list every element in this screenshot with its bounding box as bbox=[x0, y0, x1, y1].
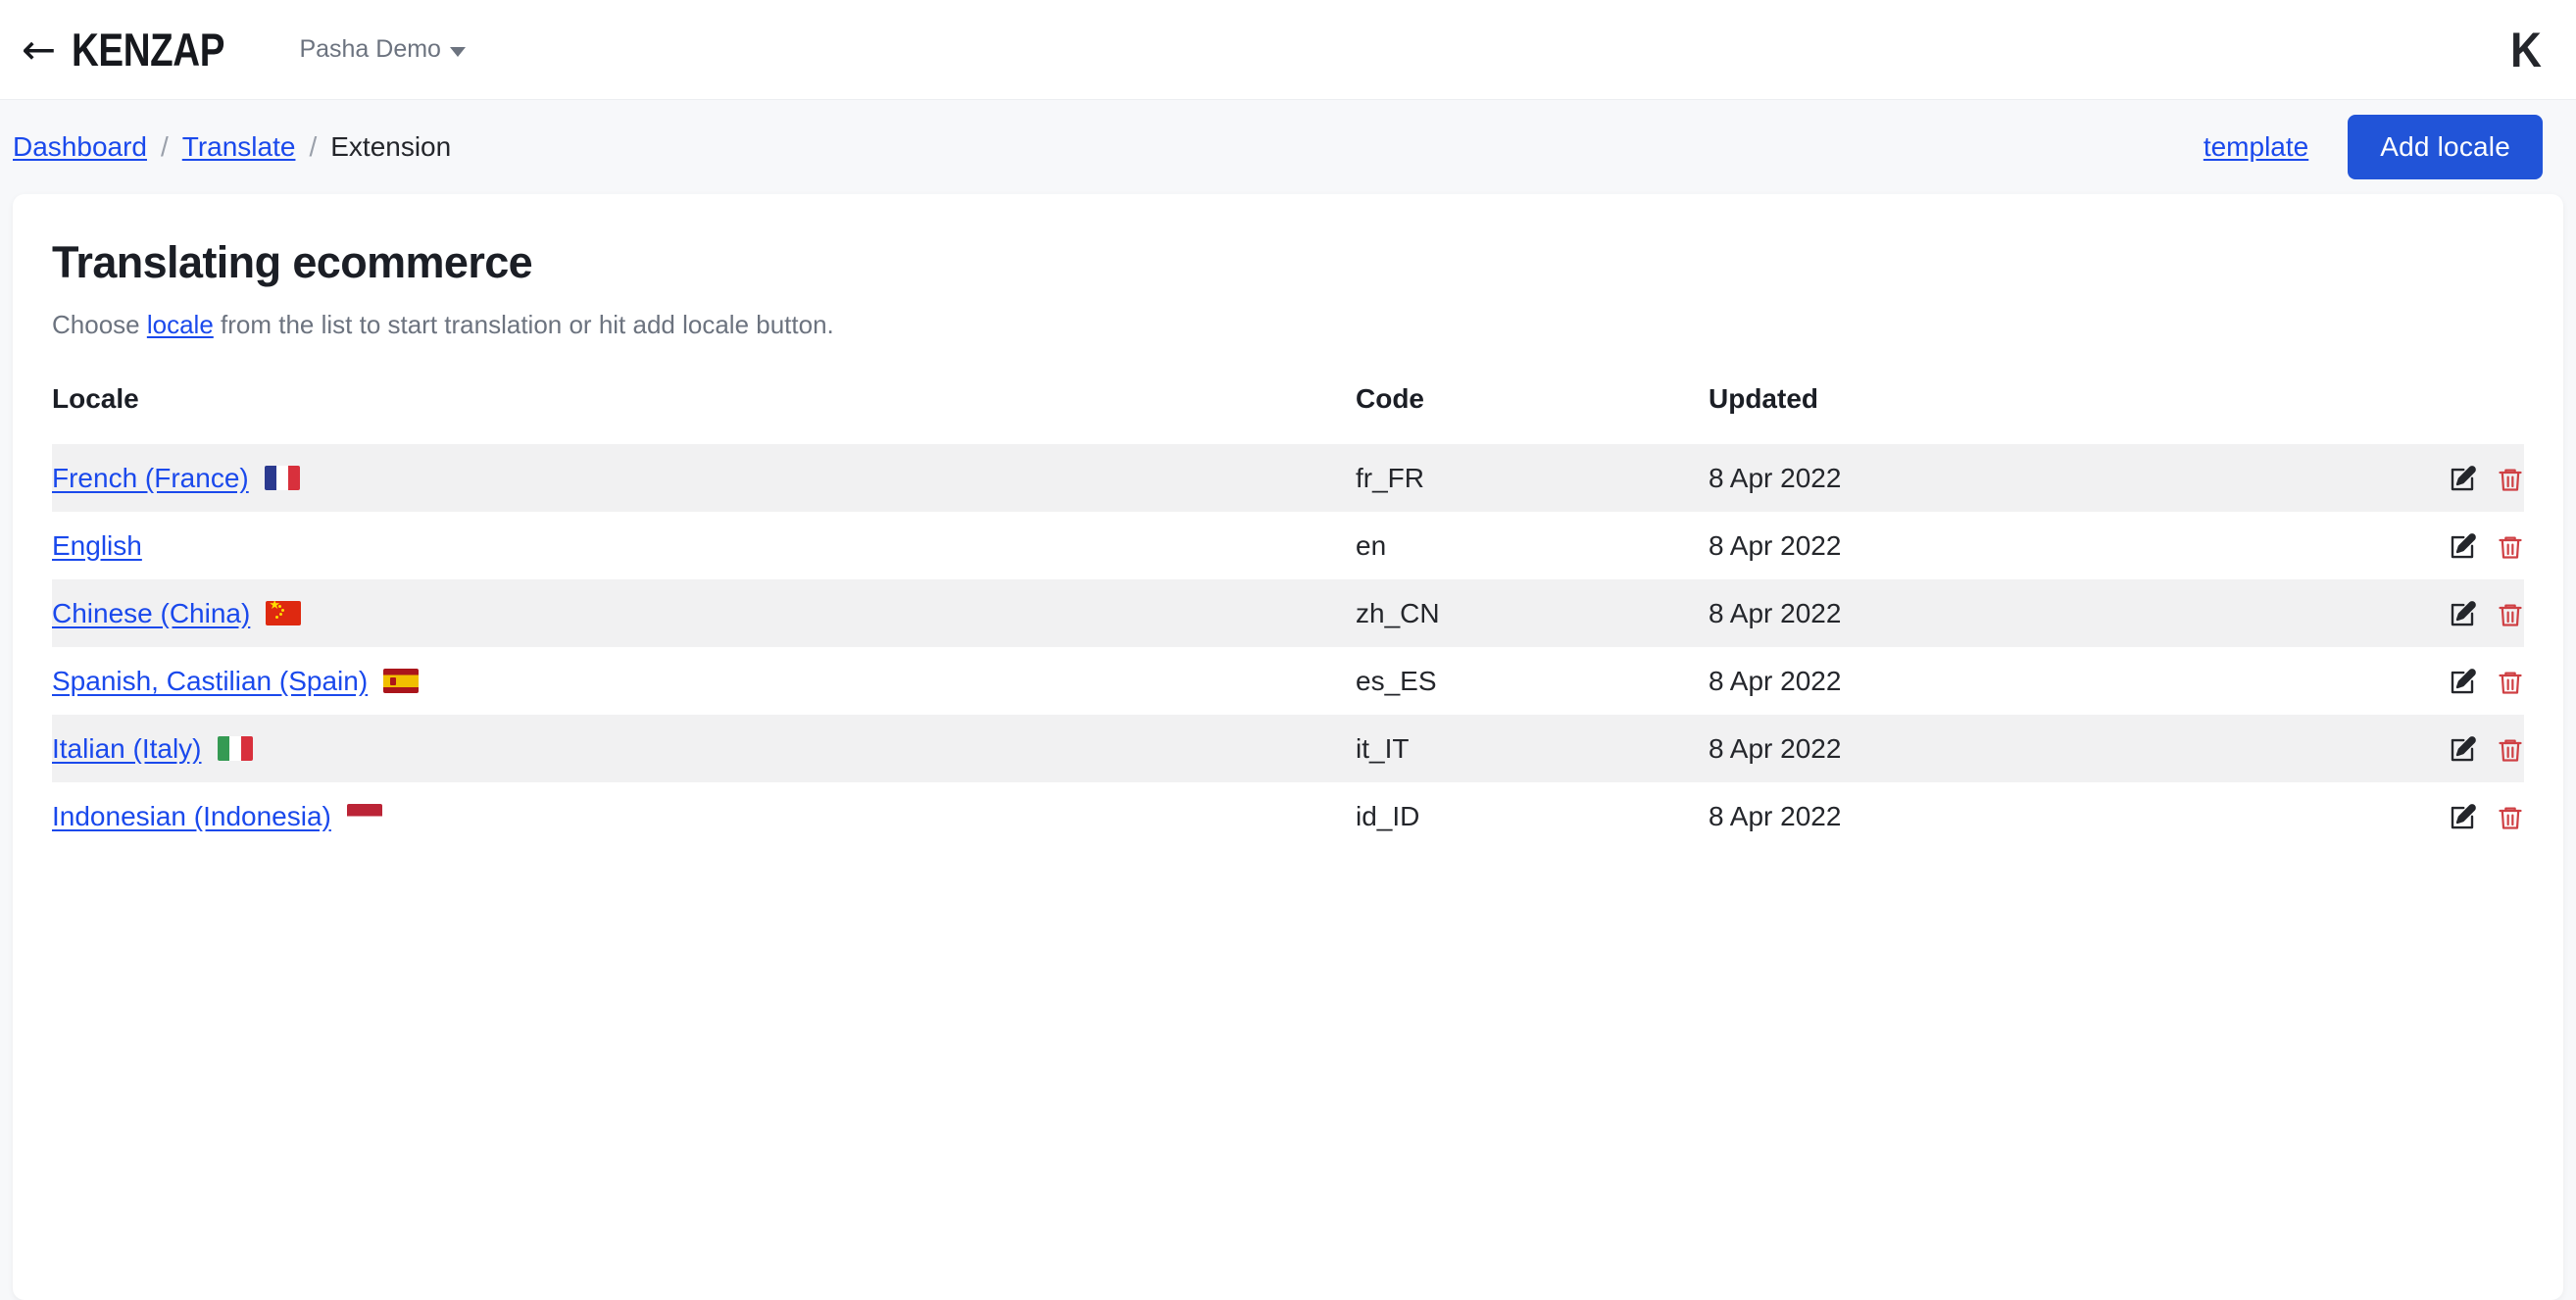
table-body: French (France) fr_FR 8 Apr 2022 English en 8… bbox=[52, 444, 2524, 850]
column-header-code: Code bbox=[1356, 383, 1424, 414]
table-row: French (France) fr_FR 8 Apr 2022 bbox=[52, 444, 2524, 512]
back-arrow-icon[interactable]: ← bbox=[22, 28, 56, 71]
cell-locale: Spanish, Castilian (Spain) bbox=[52, 647, 1356, 715]
cell-code: zh_CN bbox=[1356, 579, 1709, 647]
cell-actions bbox=[2257, 444, 2524, 512]
site-selector-label: Pasha Demo bbox=[299, 35, 441, 63]
locales-table: Locale Code Updated French (France) fr_FR… bbox=[52, 383, 2524, 850]
site-selector-dropdown[interactable]: Pasha Demo bbox=[299, 35, 466, 64]
column-header-updated: Updated bbox=[1709, 383, 1818, 414]
table-row: Italian (Italy) it_IT 8 Apr 2022 bbox=[52, 715, 2524, 782]
trash-delete-icon[interactable] bbox=[2497, 735, 2524, 765]
edit-pencil-icon[interactable] bbox=[2448, 600, 2477, 629]
cell-updated: 8 Apr 2022 bbox=[1709, 715, 2257, 782]
cell-locale: Italian (Italy) bbox=[52, 715, 1356, 782]
locale-link[interactable]: English bbox=[52, 530, 142, 562]
edit-pencil-icon[interactable] bbox=[2448, 735, 2477, 765]
locale-help-link[interactable]: locale bbox=[147, 310, 214, 339]
user-avatar[interactable]: K bbox=[2510, 22, 2542, 78]
cell-code: en bbox=[1356, 529, 1387, 561]
breadcrumb-separator: / bbox=[160, 131, 169, 162]
breadcrumb-bar: Dashboard / Translate / Extension templa… bbox=[0, 100, 2576, 194]
cell-locale: Indonesian (Indonesia) bbox=[52, 782, 1356, 850]
breadcrumb-item-dashboard[interactable]: Dashboard bbox=[13, 131, 147, 163]
locale-link[interactable]: French (France) bbox=[52, 463, 249, 494]
column-header-actions bbox=[2257, 383, 2524, 444]
subtitle-text-before: Choose bbox=[52, 310, 147, 339]
table-row: Spanish, Castilian (Spain) es_ES 8 Apr 202… bbox=[52, 647, 2524, 715]
cell-actions bbox=[2257, 782, 2524, 850]
subtitle-text-after: from the list to start translation or hi… bbox=[213, 310, 834, 339]
chevron-down-icon bbox=[449, 46, 466, 57]
cell-code: it_IT bbox=[1356, 715, 1709, 782]
kenzap-logo[interactable]: KENZAP bbox=[72, 23, 224, 76]
cell-locale: French (France) bbox=[52, 444, 1356, 512]
flag-france bbox=[264, 466, 300, 490]
locale-link[interactable]: Spanish, Castilian (Spain) bbox=[52, 666, 368, 697]
page-subtitle: Choose locale from the list to start tra… bbox=[52, 310, 2524, 340]
breadcrumb-item-translate[interactable]: Translate bbox=[182, 131, 296, 163]
edit-pencil-icon[interactable] bbox=[2448, 803, 2477, 832]
cell-actions bbox=[2257, 579, 2524, 647]
flag-italy bbox=[217, 736, 253, 761]
cell-code: id_ID bbox=[1356, 800, 1420, 831]
cell-actions bbox=[2257, 512, 2524, 579]
cell-updated: 8 Apr 2022 bbox=[1709, 665, 1842, 696]
cell-updated: 8 Apr 2022 bbox=[1709, 444, 2257, 512]
trash-delete-icon[interactable] bbox=[2497, 803, 2524, 832]
breadcrumb-item-extension: Extension bbox=[330, 131, 452, 162]
table-row: English en 8 Apr 2022 bbox=[52, 512, 2524, 579]
cell-code: es_ES bbox=[1356, 665, 1437, 696]
breadcrumb-separator: / bbox=[309, 131, 318, 162]
template-link[interactable]: template bbox=[2204, 131, 2308, 163]
trash-delete-icon[interactable] bbox=[2497, 465, 2524, 494]
column-header-locale: Locale bbox=[52, 383, 139, 414]
cell-actions bbox=[2257, 715, 2524, 782]
cell-locale: Chinese (China) bbox=[52, 579, 1356, 647]
edit-pencil-icon[interactable] bbox=[2448, 532, 2477, 562]
breadcrumb: Dashboard / Translate / Extension bbox=[13, 131, 451, 163]
table-row: Indonesian (Indonesia) id_ID 8 Apr 2022 bbox=[52, 782, 2524, 850]
table-row: Chinese (China) zh_CN8 Apr 2022 bbox=[52, 579, 2524, 647]
table-header-row: Locale Code Updated bbox=[52, 383, 2524, 444]
top-header-bar: ← KENZAP Pasha Demo K bbox=[0, 0, 2576, 100]
edit-pencil-icon[interactable] bbox=[2448, 668, 2477, 697]
locale-link[interactable]: Indonesian (Indonesia) bbox=[52, 801, 331, 832]
locale-link[interactable]: Italian (Italy) bbox=[52, 733, 202, 765]
flag-china bbox=[266, 601, 302, 625]
trash-delete-icon[interactable] bbox=[2497, 668, 2524, 697]
table-head: Locale Code Updated bbox=[52, 383, 2524, 444]
flag-spain bbox=[383, 669, 420, 693]
trash-delete-icon[interactable] bbox=[2497, 532, 2524, 562]
breadcrumb-actions: template Add locale bbox=[2204, 115, 2543, 179]
cell-updated: 8 Apr 2022 bbox=[1709, 800, 1842, 831]
cell-locale: English bbox=[52, 512, 1356, 579]
flag-indonesia bbox=[346, 804, 382, 828]
locale-link[interactable]: Chinese (China) bbox=[52, 598, 250, 629]
content-card: Translating ecommerce Choose locale from… bbox=[13, 194, 2563, 1300]
add-locale-button[interactable]: Add locale bbox=[2348, 115, 2543, 179]
edit-pencil-icon[interactable] bbox=[2448, 465, 2477, 494]
cell-code: fr_FR bbox=[1356, 444, 1709, 512]
cell-actions bbox=[2257, 647, 2524, 715]
page-title: Translating ecommerce bbox=[52, 237, 533, 287]
trash-delete-icon[interactable] bbox=[2497, 600, 2524, 629]
cell-updated: 8 Apr 2022 bbox=[1709, 529, 1842, 561]
cell-updated: 8 Apr 2022 bbox=[1709, 579, 2257, 647]
